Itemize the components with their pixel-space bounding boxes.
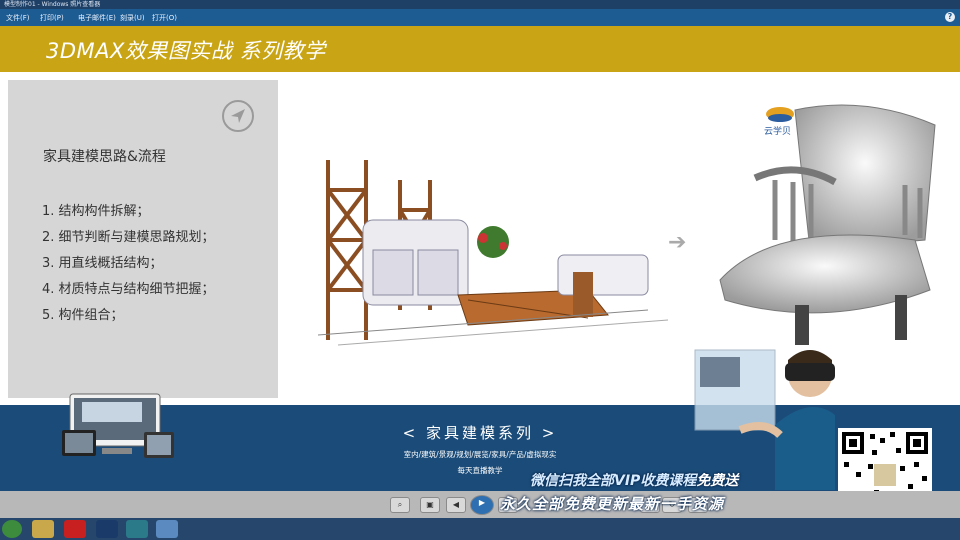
panel-title: 家具建模思路&流程 <box>43 149 166 165</box>
promo-line-1-text: 微信扫我全部VIP收费课程 <box>530 473 697 489</box>
step-item: 3. 用直线概括结构； <box>42 256 163 271</box>
menu-email[interactable]: 电子邮件(E) <box>78 13 116 23</box>
promo-line-2: 永久全部免费更新最新一手资源 <box>500 495 725 513</box>
arrow-right-icon: ➔ <box>668 230 687 255</box>
previous-icon[interactable]: ◀ <box>446 497 466 513</box>
step-item: 5. 构件组合； <box>42 308 124 323</box>
photo-viewer-icon[interactable] <box>156 520 178 538</box>
navigation-icon <box>222 100 254 132</box>
photoshop-icon[interactable] <box>96 520 118 538</box>
slide-header: 3DMAX效果图实战 系列教学 <box>0 26 960 72</box>
logo-text: 云学贝 <box>764 127 792 137</box>
autocad-icon[interactable] <box>64 520 86 538</box>
menu-print[interactable]: 打印(P) <box>40 13 64 23</box>
promo-line-1: 微信扫我全部VIP收费课程免费送 <box>530 470 738 490</box>
promo-line-1-suffix: 免费送 <box>696 473 739 489</box>
step-item: 4. 材质特点与结构细节把握； <box>42 282 215 297</box>
slideshow-button[interactable]: ▶ <box>470 495 494 515</box>
furniture-sketch-image <box>318 160 669 346</box>
menu-bar: 文件(F) 打印(P) 电子邮件(E) 刻录(U) 打开(O) ? <box>0 9 960 26</box>
help-button[interactable]: ? <box>945 12 955 22</box>
vr-person-image <box>694 349 835 490</box>
3dsmax-icon[interactable] <box>126 520 148 538</box>
window-title: 模型制作01 - Windows 照片查看器 <box>4 1 101 8</box>
step-item: 1. 结构构件拆解； <box>42 204 150 219</box>
zoom-icon[interactable]: ⌕ <box>390 497 410 513</box>
menu-burn[interactable]: 刻录(U) <box>120 13 145 23</box>
slide-title: 3DMAX效果图实战 系列教学 <box>46 39 326 63</box>
step-item: 2. 细节判断与建模思路规划； <box>42 230 215 245</box>
start-button-icon[interactable] <box>2 520 22 538</box>
window-title-bar: 模型制作01 - Windows 照片查看器 <box>0 0 960 9</box>
menu-file[interactable]: 文件(F) <box>6 13 30 23</box>
chair-render-image <box>719 104 936 345</box>
menu-open[interactable]: 打开(O) <box>152 13 177 23</box>
folder-icon[interactable] <box>32 520 54 538</box>
outline-panel: 家具建模思路&流程 1. 结构构件拆解； 2. 细节判断与建模思路规划； 3. … <box>8 80 278 398</box>
fit-icon[interactable]: ▣ <box>420 497 440 513</box>
